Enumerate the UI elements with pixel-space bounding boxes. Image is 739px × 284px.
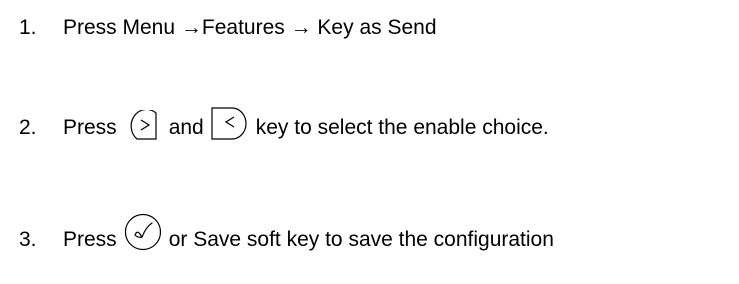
step-number: 2. xyxy=(19,116,37,139)
ok-check-key-icon xyxy=(123,212,163,252)
step-text: or Save soft key to save the configurati… xyxy=(168,228,554,251)
step-text: Press Menu →Features → Key as Send xyxy=(63,16,437,39)
step-press-label: Press xyxy=(63,116,117,139)
step-and-label: and xyxy=(168,116,204,139)
step-2: 2. Press and key to select the enable ch… xyxy=(19,106,549,140)
step-number: 3. xyxy=(19,228,37,251)
step-number: 1. xyxy=(19,16,37,39)
step-press-label: Press xyxy=(63,228,117,251)
step-1: 1. Press Menu →Features → Key as Send xyxy=(19,16,437,40)
step-text: key to select the enable choice. xyxy=(255,116,549,139)
right-arrow-key-icon xyxy=(123,110,163,140)
left-arrow-key-icon xyxy=(210,106,250,140)
step-3: 3. Press or Save soft key to save the co… xyxy=(19,212,554,252)
